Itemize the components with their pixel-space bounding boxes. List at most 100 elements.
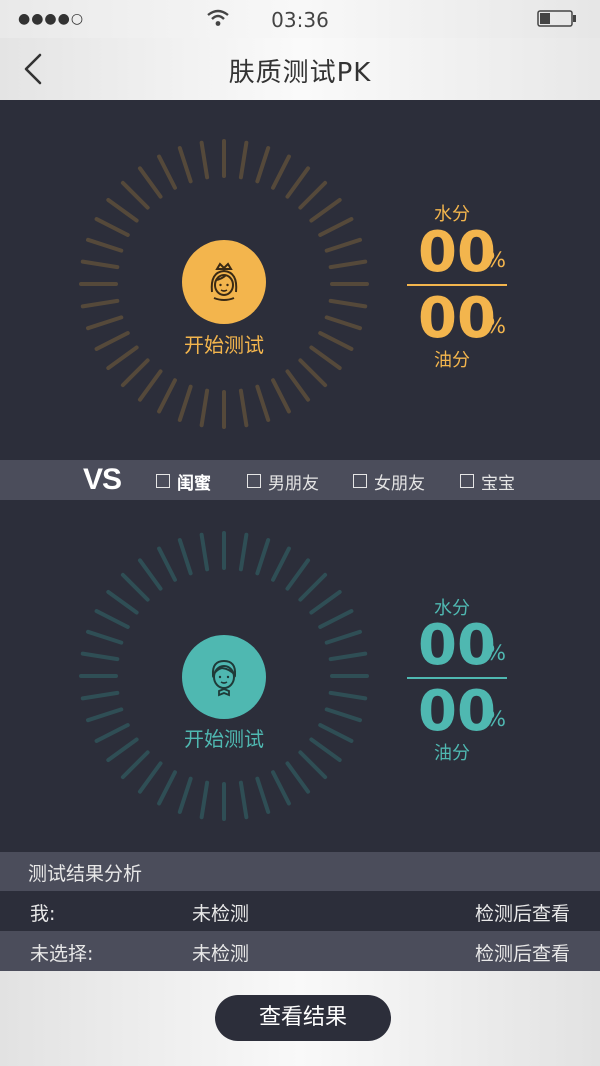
ring-tick [177,776,193,815]
ring-tick [157,378,177,414]
ring-tick [309,197,342,223]
ring-tick [255,384,271,423]
my-oil-value: 00 [418,286,496,351]
ring-tick [199,140,210,180]
other-oil-value: 00 [418,679,496,744]
option-boyfriend[interactable]: 男朋友 [247,470,319,494]
ring-tick [120,180,150,210]
nav-bar: 肤质测试PK [0,38,600,100]
ring-tick [80,690,120,701]
option-girlfriend[interactable]: 女朋友 [353,470,425,494]
vs-bar: VS 闺蜜 男朋友 女朋友 宝宝 [0,460,600,500]
checkbox-icon [353,474,367,488]
ring-tick [309,737,342,763]
ring-tick [94,723,130,743]
row-status: 未检测 [192,903,250,925]
option-baby[interactable]: 宝宝 [460,470,515,494]
other-oil-unit: % [486,707,506,731]
ring-tick [255,537,271,576]
ring-tick [120,572,150,602]
ring-tick [80,259,120,270]
ring-tick [94,217,130,237]
my-start-test-button[interactable] [182,240,266,324]
analysis-header: 测试结果分析 [0,852,600,891]
ring-tick [94,331,130,351]
ring-tick [309,589,342,615]
ring-tick [137,761,163,794]
ring-tick [177,537,193,576]
ring-tick [85,629,124,645]
ring-tick [157,154,177,190]
my-oil-label: 油分 [434,350,470,371]
girl-face-icon [210,262,238,301]
ring-tick [255,776,271,815]
view-results-button[interactable]: 查看结果 [215,995,391,1041]
row-who: 未选择: [30,943,94,965]
my-oil-unit: % [486,314,506,338]
ring-tick [238,780,249,820]
ring-tick [271,154,291,190]
ring-tick [324,707,363,723]
ring-tick [324,315,363,331]
ring-tick [85,707,124,723]
my-start-test-label: 开始测试 [184,333,264,357]
ring-tick [177,145,193,184]
ring-tick [157,546,177,582]
status-bar: ●●●●○ 03:36 [0,0,600,38]
other-test-panel: 开始测试 水分 00 % 00 % 油分 [0,500,600,852]
ring-tick [120,750,150,780]
checkbox-icon [460,474,474,488]
ring-tick [255,145,271,184]
other-start-test-label: 开始测试 [184,727,264,751]
ring-tick [80,298,120,309]
vs-label: VS [83,463,122,496]
ring-tick [271,378,291,414]
row-action: 检测后查看 [474,903,570,925]
ring-tick [318,609,354,629]
ring-tick [137,558,163,591]
my-water-value: 00 [418,220,496,285]
ring-tick [85,237,124,253]
ring-tick [85,315,124,331]
checkbox-icon [247,474,261,488]
ring-tick [157,770,177,806]
ring-tick [328,298,368,309]
option-besties[interactable]: 闺蜜 [156,470,211,494]
ring-tick [318,217,354,237]
other-water-unit: % [486,641,506,665]
ring-tick [318,331,354,351]
ring-tick [177,384,193,423]
ring-tick [120,358,150,388]
analysis-title: 测试结果分析 [28,863,143,885]
ring-tick [285,558,311,591]
checkbox-icon [156,474,170,488]
ring-tick [285,761,311,794]
ring-tick [328,259,368,270]
ring-tick [106,197,139,223]
ring-tick [199,388,210,428]
ring-tick [238,140,249,180]
ring-tick [285,369,311,402]
ring-tick [298,572,328,602]
ring-tick [328,651,368,662]
ring-tick [285,166,311,199]
row-who: 我: [30,903,56,925]
ring-tick [106,737,139,763]
page-title: 肤质测试PK [228,58,372,88]
my-water-unit: % [486,248,506,272]
ring-tick [106,589,139,615]
ring-tick [298,180,328,210]
ring-tick [309,345,342,371]
status-time: 03:36 [271,8,329,32]
ring-tick [324,629,363,645]
ring-tick [199,532,210,572]
ring-tick [324,237,363,253]
boy-face-icon [211,659,237,697]
other-start-test-button[interactable] [182,635,266,719]
ring-tick [271,546,291,582]
other-water-value: 00 [418,613,496,678]
row-action: 检测后查看 [474,943,570,965]
battery-icon [537,10,576,27]
analysis-row: 未选择: 未检测 检测后查看 [0,931,600,971]
ring-tick [80,651,120,662]
